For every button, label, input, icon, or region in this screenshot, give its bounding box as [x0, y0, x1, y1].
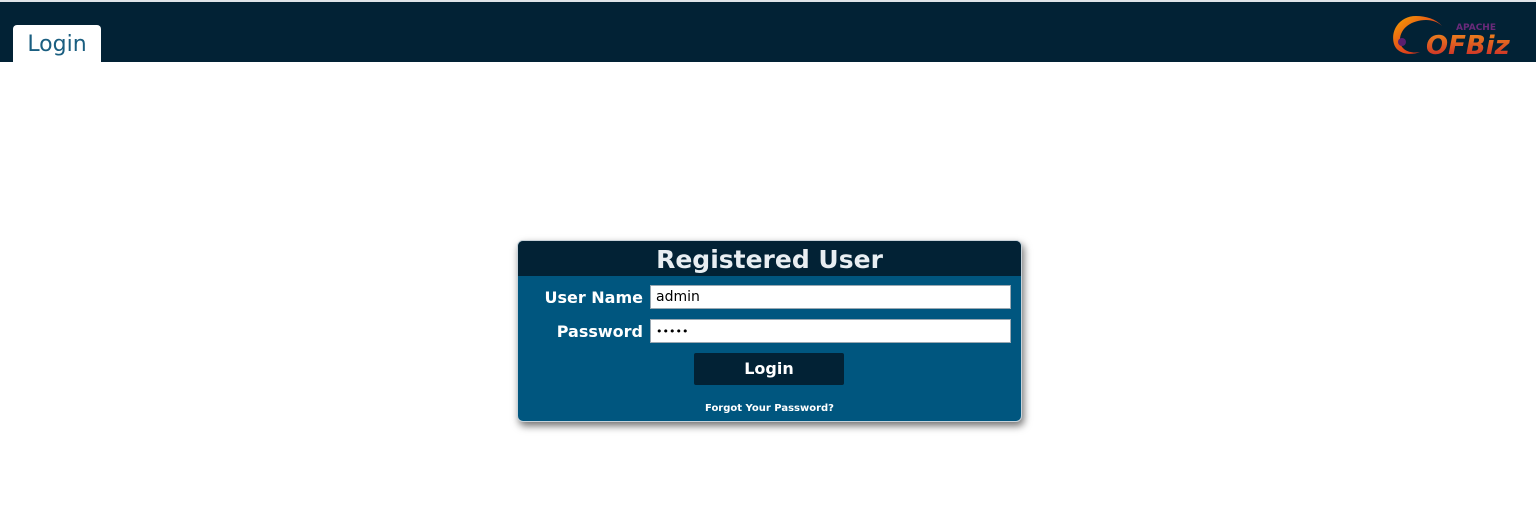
logo-main-text: OFBiz — [1426, 31, 1511, 60]
forgot-password-link[interactable]: Forgot Your Password? — [518, 403, 1021, 414]
username-input[interactable] — [650, 285, 1011, 309]
login-panel: Registered User User Name Password Login… — [517, 240, 1022, 422]
login-button[interactable]: Login — [694, 353, 844, 385]
password-input[interactable] — [650, 319, 1011, 343]
tab-login[interactable]: Login — [13, 25, 101, 62]
app-header: Login APACHE OFBiz — [0, 2, 1536, 62]
panel-title: Registered User — [518, 241, 1021, 276]
username-label: User Name — [544, 288, 643, 307]
password-label: Password — [556, 322, 643, 341]
ofbiz-logo[interactable]: APACHE OFBiz — [1386, 10, 1516, 60]
